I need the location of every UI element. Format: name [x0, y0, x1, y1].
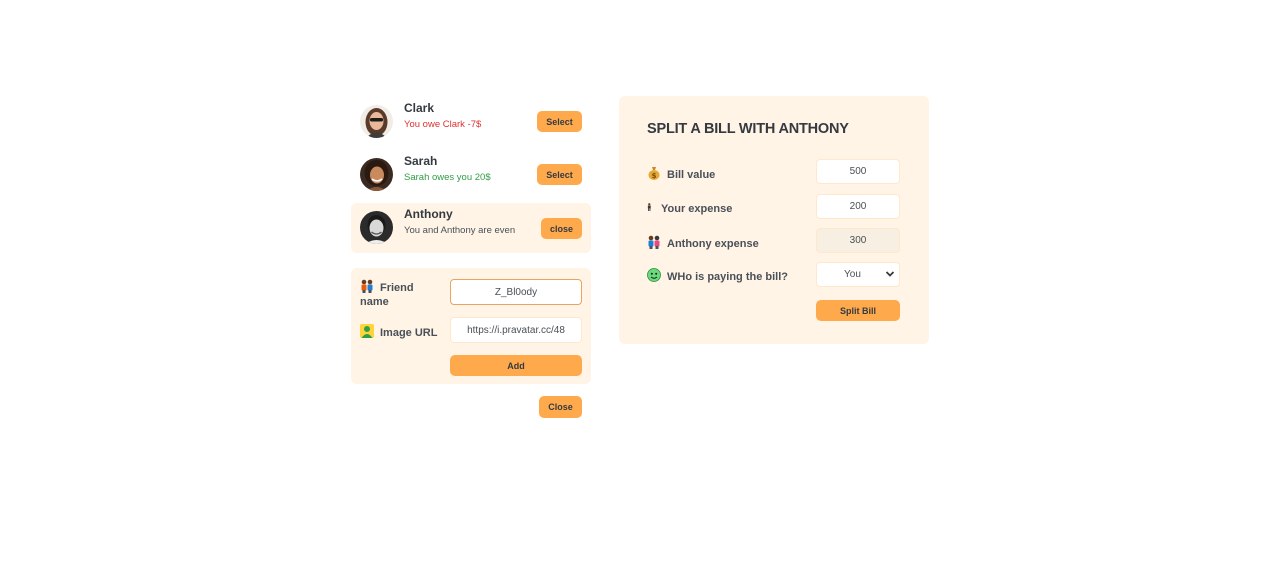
close-friend-button[interactable]: close	[541, 218, 582, 239]
select-friend-button[interactable]: Select	[537, 111, 582, 132]
person-silhouette-icon	[360, 324, 374, 338]
friend-item-sarah: Sarah Sarah owes you 20$ Select	[351, 150, 591, 200]
person-standing-icon	[647, 203, 651, 211]
your-expense-label: Your expense	[647, 200, 732, 215]
image-url-label-text: Image URL	[380, 327, 438, 339]
payer-select-value: You	[844, 269, 861, 280]
close-form-button[interactable]: Close	[539, 396, 582, 418]
friend-balance-status: You and Anthony are even	[404, 225, 516, 236]
friend-name: Clark	[404, 101, 435, 115]
payer-label: WHo is paying the bill?	[647, 268, 788, 283]
friend-name-input[interactable]	[450, 279, 582, 305]
two-people-icon	[648, 235, 660, 249]
add-friend-button[interactable]: Add	[450, 355, 582, 376]
bill-value-input[interactable]	[816, 159, 900, 184]
chevron-down-icon	[885, 271, 895, 277]
friend-balance-status: You owe Clark -7$	[404, 119, 482, 130]
payer-label-text: WHo is paying the bill?	[667, 271, 788, 283]
your-expense-input[interactable]	[816, 194, 900, 219]
select-friend-button[interactable]: Select	[537, 164, 582, 185]
bill-value-label: $ Bill value	[647, 166, 715, 181]
avatar	[360, 158, 393, 191]
friend-balance-status: Sarah owes you 20$	[404, 172, 491, 183]
friend-expense-input	[816, 228, 900, 253]
friend-item-anthony: Anthony You and Anthony are even close	[351, 203, 591, 253]
svg-text:$: $	[652, 172, 657, 180]
friend-expense-label: Anthony expense	[647, 235, 759, 250]
couple-icon	[361, 279, 373, 293]
bill-value-label-text: Bill value	[667, 169, 716, 181]
friend-name-label: Friend name	[360, 279, 440, 309]
payer-select[interactable]: You	[816, 262, 900, 287]
avatar	[360, 211, 393, 244]
split-bill-button[interactable]: Split Bill	[816, 300, 900, 321]
face-icon	[647, 268, 661, 282]
friend-name: Sarah	[404, 154, 438, 168]
split-bill-form: SPLIT A BILL WITH ANTHONY $ Bill value Y…	[619, 96, 929, 344]
add-friend-form: Friend name Image URL Add	[351, 268, 591, 384]
money-bag-icon: $	[648, 167, 660, 180]
friend-name: Anthony	[404, 207, 453, 221]
your-expense-label-text: Your expense	[661, 203, 733, 215]
friend-expense-label-text: Anthony expense	[667, 238, 759, 250]
image-url-input[interactable]	[450, 317, 582, 343]
friend-item-clark: Clark You owe Clark -7$ Select	[351, 97, 591, 147]
split-bill-title: SPLIT A BILL WITH ANTHONY	[647, 121, 849, 137]
image-url-label: Image URL	[360, 324, 450, 340]
avatar	[360, 105, 393, 138]
